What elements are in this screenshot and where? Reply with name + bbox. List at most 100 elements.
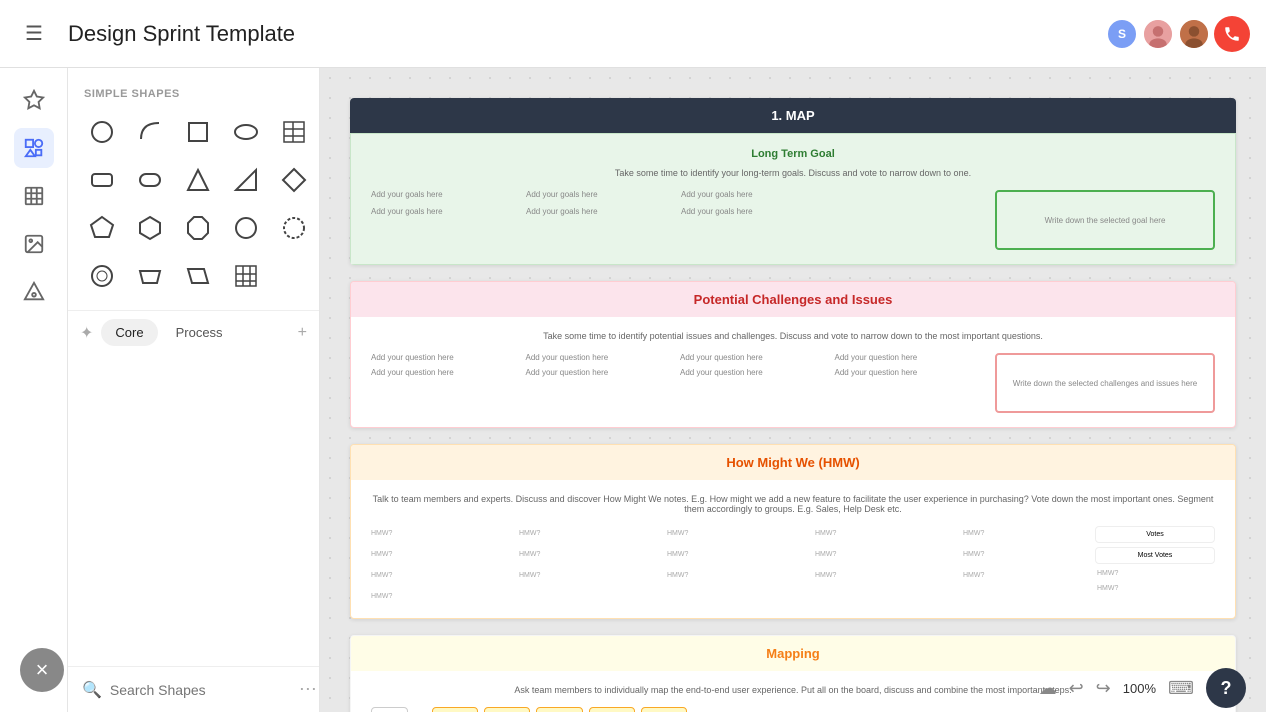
goal-cell xyxy=(836,190,983,199)
mapping-start: Start xyxy=(371,707,408,712)
challenges-card: Potential Challenges and Issues Take som… xyxy=(350,281,1236,428)
tab-core[interactable]: Core xyxy=(101,319,157,346)
chal-cell: Add your question here xyxy=(835,368,984,377)
challenges-selected: Write down the selected challenges and i… xyxy=(995,353,1215,413)
shape-ellipse[interactable] xyxy=(224,110,268,154)
step-3: Step 3 xyxy=(536,707,582,712)
sidebar-icon-image[interactable] xyxy=(14,224,54,264)
goal-selected: Write down the selected goal here xyxy=(995,190,1215,250)
map-card: 1. MAP Long Term Goal Take some time to … xyxy=(350,98,1236,265)
page-title: Design Sprint Template xyxy=(68,21,1090,47)
canvas-content: 1. MAP Long Term Goal Take some time to … xyxy=(320,68,1266,712)
challenges-body: Take some time to identify potential iss… xyxy=(351,317,1235,427)
search-icon: 🔍 xyxy=(82,680,102,700)
shape-hexagon[interactable] xyxy=(128,206,172,250)
undo-icon[interactable]: ↩ xyxy=(1069,678,1084,699)
shape-circle3[interactable] xyxy=(272,206,316,250)
challenges-desc: Take some time to identify potential iss… xyxy=(371,331,1215,341)
vote-btn-1[interactable]: Votes xyxy=(1095,526,1215,543)
cloud-icon[interactable]: ☁ xyxy=(1039,678,1057,699)
hmw-cell: HMW? xyxy=(519,568,661,583)
hmw-cell: HMW? xyxy=(371,589,513,604)
shape-right-triangle[interactable] xyxy=(224,158,268,202)
shape-trapezoid[interactable] xyxy=(128,254,172,298)
search-more-icon[interactable]: ⋯ xyxy=(299,679,317,700)
hmw-cell: HMW? xyxy=(963,526,1083,541)
chal-cell: Add your question here xyxy=(680,368,829,377)
avatar-1 xyxy=(1142,18,1174,50)
call-button[interactable] xyxy=(1214,16,1250,52)
hmw-cell: HMW? xyxy=(667,568,809,583)
sidebar-icon-frame[interactable] xyxy=(14,176,54,216)
canvas-area[interactable]: 1. MAP Long Term Goal Take some time to … xyxy=(320,68,1266,712)
shape-diamond[interactable] xyxy=(272,158,316,202)
shape-square[interactable] xyxy=(176,110,220,154)
shape-panel: SIMPLE SHAPES xyxy=(68,68,320,712)
shape-rounded-rect[interactable] xyxy=(80,158,124,202)
hmw-desc: Talk to team members and experts. Discus… xyxy=(371,494,1215,514)
map-header: 1. MAP xyxy=(350,98,1236,133)
shape-arc[interactable] xyxy=(128,110,172,154)
goal-selected-text: Write down the selected goal here xyxy=(1045,216,1166,225)
shape-rounded-rect2[interactable] xyxy=(128,158,172,202)
help-button[interactable]: ? xyxy=(1206,668,1246,708)
shape-tabs: ✦ Core Process + xyxy=(68,310,319,354)
hmw-content: HMW? HMW? HMW? HMW? HMW? HMW? HMW? HMW? … xyxy=(371,526,1215,604)
shape-triangle[interactable] xyxy=(176,158,220,202)
hmw-cell: HMW? xyxy=(371,547,513,562)
tab-add-icon[interactable]: + xyxy=(298,324,307,342)
chal-cell: Add your question here xyxy=(526,368,675,377)
shapes-section-label: SIMPLE SHAPES xyxy=(68,68,319,110)
chal-cell: Add your question here xyxy=(835,353,984,362)
hmw-cell: HMW? xyxy=(667,547,809,562)
goal-cell: Add your goals here xyxy=(526,207,673,216)
ltg-cells: Add your goals here Add your goals here … xyxy=(371,190,983,250)
shape-circle2[interactable] xyxy=(224,206,268,250)
hmw-body: Talk to team members and experts. Discus… xyxy=(351,480,1235,618)
challenges-selected-text: Write down the selected challenges and i… xyxy=(1013,379,1197,388)
bottom-bar: ☁ ↩ ↪ 100% ⌨ ? xyxy=(1019,664,1266,712)
hmw-grid: HMW? HMW? HMW? HMW? HMW? HMW? HMW? HMW? … xyxy=(371,526,1083,604)
hmw-cell: HMW? xyxy=(815,526,957,541)
chal-cell: Add your question here xyxy=(680,353,829,362)
goal-cell: Add your goals here xyxy=(681,190,828,199)
vote-btn-2[interactable]: Most Votes xyxy=(1095,547,1215,564)
chal-grid: Add your question here Add your question… xyxy=(371,353,983,377)
search-bar: 🔍 ⋯ xyxy=(68,666,319,712)
goal-cell: Add your goals here xyxy=(371,190,518,199)
shape-circle[interactable] xyxy=(80,110,124,154)
hmw-vote-cell2: HMW? xyxy=(1095,583,1215,594)
hmw-cell: HMW? xyxy=(519,526,661,541)
shape-circle4[interactable] xyxy=(80,254,124,298)
ltg-title: Long Term Goal xyxy=(371,148,1215,160)
left-sidebar xyxy=(0,68,68,712)
redo-icon[interactable]: ↪ xyxy=(1096,678,1111,699)
sidebar-icon-shapes[interactable] xyxy=(14,128,54,168)
hmw-cell: HMW? xyxy=(815,568,957,583)
ltg-content: Add your goals here Add your goals here … xyxy=(371,190,1215,250)
chal-cell: Add your question here xyxy=(371,353,520,362)
shapes-icon: ✦ xyxy=(80,323,93,343)
goal-cell xyxy=(836,207,983,216)
sidebar-icon-star[interactable] xyxy=(14,80,54,120)
shapes-grid xyxy=(68,110,319,310)
shape-grid[interactable] xyxy=(224,254,268,298)
shape-octagon[interactable] xyxy=(176,206,220,250)
menu-icon: ☰ xyxy=(25,21,43,46)
shape-parallelogram[interactable] xyxy=(176,254,220,298)
keyboard-icon[interactable]: ⌨ xyxy=(1168,678,1194,699)
tab-process[interactable]: Process xyxy=(162,319,237,346)
goal-cell: Add your goals here xyxy=(371,207,518,216)
hmw-cell: HMW? xyxy=(667,526,809,541)
chal-cell: Add your question here xyxy=(371,368,520,377)
close-fab[interactable]: × xyxy=(20,648,64,692)
hmw-cell: HMW? xyxy=(519,547,661,562)
menu-button[interactable]: ☰ xyxy=(16,16,52,52)
goal-grid: Add your goals here Add your goals here … xyxy=(371,190,983,216)
shape-table[interactable] xyxy=(272,110,316,154)
search-input[interactable] xyxy=(110,682,291,698)
avatars-group: S xyxy=(1106,16,1250,52)
step-4: Step 4 xyxy=(589,707,635,712)
shape-pentagon[interactable] xyxy=(80,206,124,250)
sidebar-icon-diagram[interactable] xyxy=(14,272,54,312)
